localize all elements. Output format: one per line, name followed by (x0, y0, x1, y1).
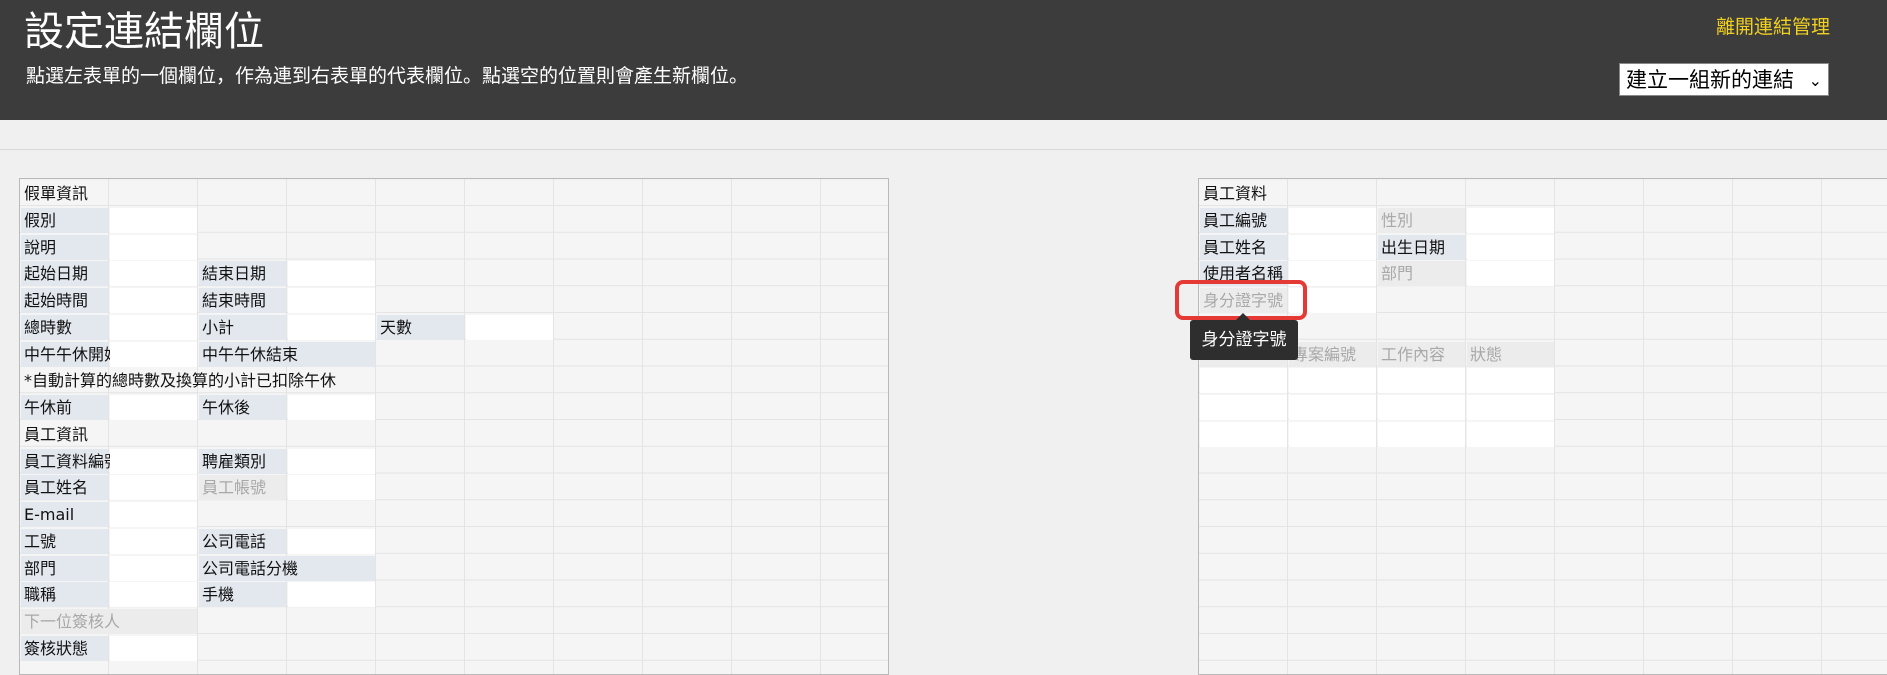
left-form-value-cell[interactable] (110, 502, 197, 527)
right-form-field-label[interactable]: 工作內容 (1378, 341, 1465, 367)
left-form-field-label[interactable]: 公司電話分機 (199, 555, 375, 581)
left-form-value-cell[interactable] (288, 475, 375, 501)
right-form-field-label[interactable]: 出生日期 (1378, 234, 1465, 260)
right-form-field-label[interactable]: 狀態 (1467, 341, 1554, 367)
right-form-value-cell[interactable] (1467, 261, 1554, 287)
left-form-field-label[interactable]: 工號 (21, 528, 108, 554)
left-form-value-cell[interactable] (288, 288, 375, 313)
left-form-value-cell[interactable] (288, 528, 375, 554)
left-form-field-label[interactable]: 說明 (21, 234, 108, 260)
left-form-value-cell[interactable] (110, 395, 197, 420)
left-form-field-label[interactable]: 假別 (21, 207, 108, 233)
left-form-value-cell[interactable] (110, 582, 197, 608)
left-form-field-label[interactable]: 起始日期 (21, 261, 108, 287)
left-form-field-label[interactable]: 聘雇類別 (199, 448, 286, 474)
right-form-value-cell[interactable] (1200, 368, 1287, 394)
right-form-value-cell[interactable] (1467, 421, 1554, 447)
left-form-value-cell[interactable] (110, 448, 197, 474)
left-form-value-cell[interactable] (110, 475, 197, 501)
left-form-field-label[interactable]: 午休後 (199, 395, 286, 420)
left-form-value-cell[interactable] (110, 207, 197, 233)
left-form-value-cell[interactable] (110, 234, 197, 260)
right-form-value-cell[interactable] (1289, 368, 1376, 394)
left-form-field-label[interactable]: 下一位簽核人 (21, 609, 197, 634)
left-form-value-cell[interactable] (288, 582, 375, 608)
left-form-value-cell[interactable] (288, 314, 375, 340)
page-title: 設定連結欄位 (24, 9, 264, 55)
toolbar-strip (0, 120, 1887, 150)
right-form-value-cell[interactable] (1378, 395, 1465, 420)
tooltip-text: 身分證字號 (1201, 330, 1287, 350)
left-form-field-label[interactable]: 員工帳號 (199, 475, 286, 501)
left-form-field-label[interactable]: 手機 (199, 582, 286, 608)
right-form-value-cell[interactable] (1378, 421, 1465, 447)
left-form-field-label[interactable]: 職稱 (21, 582, 108, 608)
left-form-value-cell[interactable] (288, 395, 375, 420)
left-form-field-label[interactable]: 結束時間 (199, 288, 286, 313)
right-form-section-text: 員工資料 (1203, 184, 1268, 203)
right-form-field-label[interactable]: 員工姓名 (1200, 234, 1287, 260)
left-form-value-cell[interactable] (110, 288, 197, 313)
left-form-value-cell[interactable] (110, 314, 197, 340)
left-form-panel: 假單資訊假別 說明 起始日期 結束日期起始時間 結束時間總時數 小計 天數中午午休開始 中午午… (19, 178, 889, 675)
link-set-select-value: 建立一組新的連結 (1626, 68, 1794, 92)
right-form-value-cell[interactable] (1378, 368, 1465, 394)
left-form-field-label[interactable]: 員工姓名 (21, 475, 108, 501)
chevron-down-icon: ⌄ (1808, 71, 1822, 90)
right-form-field-label[interactable]: 性別 (1378, 207, 1465, 233)
left-form-value-cell[interactable] (110, 555, 197, 581)
left-form-field-label[interactable]: 天數 (377, 314, 464, 340)
right-form-panel: 員工資料員工編號性別員工姓名出生日期使用者名稱部門身分證字號錄專案編號工作內容狀… (1198, 178, 1887, 675)
field-tooltip: 身分證字號 (1190, 313, 1298, 360)
left-form-value-cell[interactable] (110, 635, 197, 661)
left-form-value-cell[interactable] (466, 314, 553, 340)
left-form-field-label[interactable]: 總時數 (21, 314, 108, 340)
header-bar: 設定連結欄位 點選左表單的一個欄位，作為連到右表單的代表欄位。點選空的位置則會產… (0, 0, 1887, 120)
right-form-value-cell[interactable] (1467, 368, 1554, 394)
left-form-field-label[interactable]: 員工資料編號 (21, 448, 120, 474)
left-form-value-cell[interactable] (110, 341, 197, 367)
left-form-section-text: *自動計算的總時數及換算的小計已扣除午休 (24, 371, 337, 391)
page-instructions: 點選左表單的一個欄位，作為連到右表單的代表欄位。點選空的位置則會產生新欄位。 (26, 65, 749, 87)
right-form-value-cell[interactable] (1200, 421, 1287, 447)
right-form-value-cell[interactable] (1467, 234, 1554, 260)
left-form-field-label[interactable]: E-mail (21, 502, 108, 527)
left-form-section-text: 假單資訊 (24, 184, 89, 203)
right-form-value-cell[interactable] (1289, 207, 1376, 233)
tooltip-arrow (1236, 313, 1250, 320)
right-form-value-cell[interactable] (1467, 207, 1554, 233)
left-form-field-label[interactable]: 部門 (21, 555, 108, 581)
left-form-field-label[interactable]: 簽核狀態 (21, 635, 108, 661)
right-form-value-cell[interactable] (1289, 234, 1376, 260)
left-form-value-cell[interactable] (110, 528, 197, 554)
left-form-field-label[interactable]: 午休前 (21, 395, 108, 420)
left-form-field-label[interactable]: 小計 (199, 314, 286, 340)
link-set-select[interactable]: 建立一組新的連結 ⌄ (1619, 63, 1829, 96)
right-form-value-cell[interactable] (1467, 395, 1554, 420)
right-form-value-cell[interactable] (1200, 395, 1287, 420)
left-form-field-label[interactable]: 結束日期 (199, 261, 286, 287)
left-form-section-text: 員工資訊 (24, 424, 89, 444)
left-form-field-label[interactable]: 起始時間 (21, 288, 108, 313)
left-form-field-label[interactable]: 中午午休結束 (199, 341, 375, 367)
right-form-field-label[interactable]: 員工編號 (1200, 207, 1287, 233)
right-form-field-label[interactable]: 部門 (1378, 261, 1465, 287)
left-form-value-cell[interactable] (288, 261, 375, 287)
exit-link-manager-link[interactable]: 離開連結管理 (1716, 13, 1830, 41)
left-form-field-label[interactable]: 公司電話 (199, 528, 286, 554)
left-form-value-cell[interactable] (288, 448, 375, 474)
right-form-field-label[interactable]: 專案編號 (1289, 341, 1376, 367)
right-form-value-cell[interactable] (1289, 421, 1376, 447)
right-form-value-cell[interactable] (1289, 395, 1376, 420)
left-form-value-cell[interactable] (110, 261, 197, 287)
left-form-field-label[interactable]: 中午午休開始 (21, 341, 120, 367)
